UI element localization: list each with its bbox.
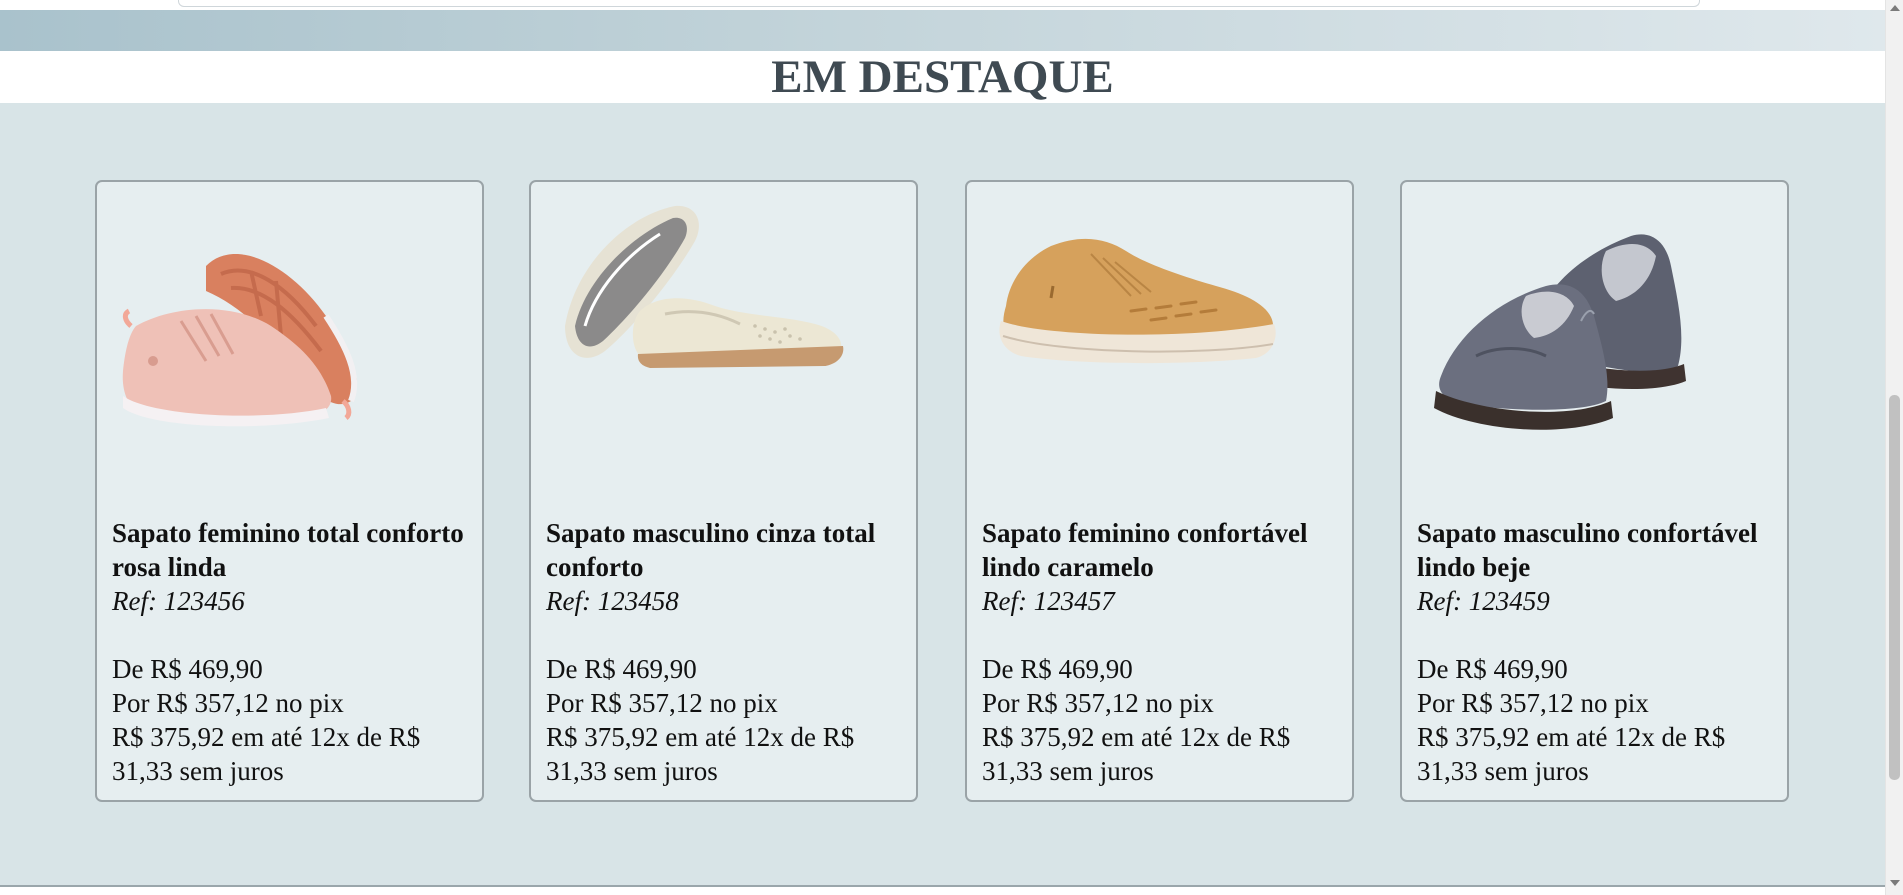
- product-ref: Ref: 123459: [1417, 586, 1550, 616]
- pink-sneaker-image[interactable]: [111, 196, 441, 496]
- price-from: De R$ 469,90: [112, 654, 263, 684]
- price-from: De R$ 469,90: [546, 654, 697, 684]
- price-pix: Por R$ 357,12 no pix: [112, 688, 344, 718]
- grey-loafer-image[interactable]: [1416, 196, 1746, 496]
- price-installments: R$ 375,92 em até 12x de R$ 31,33 sem jur…: [112, 722, 421, 786]
- product-card[interactable]: Sapato masculino cinza total conforto Re…: [529, 180, 918, 802]
- featured-products: Sapato feminino total conforto rosa lind…: [0, 103, 1885, 887]
- scroll-down-icon[interactable]: [1890, 880, 1900, 886]
- section-title: EM DESTAQUE: [0, 51, 1885, 103]
- product-card[interactable]: Sapato masculino confortável lindo beje …: [1400, 180, 1789, 802]
- caramel-sneaker-image[interactable]: [981, 196, 1311, 496]
- scroll-thumb[interactable]: [1889, 395, 1900, 780]
- product-name[interactable]: Sapato masculino cinza total conforto: [546, 516, 906, 584]
- product-card[interactable]: Sapato feminino total conforto rosa lind…: [95, 180, 484, 802]
- product-card[interactable]: Sapato feminino confortável lindo carame…: [965, 180, 1354, 802]
- product-info: Sapato masculino cinza total conforto Re…: [546, 516, 906, 788]
- beige-slip-on-image[interactable]: [545, 196, 875, 496]
- price-pix: Por R$ 357,12 no pix: [982, 688, 1214, 718]
- price-installments: R$ 375,92 em até 12x de R$ 31,33 sem jur…: [982, 722, 1291, 786]
- banner-strip: [0, 10, 1885, 51]
- product-info: Sapato feminino confortável lindo carame…: [982, 516, 1342, 788]
- price-from: De R$ 469,90: [982, 654, 1133, 684]
- product-ref: Ref: 123458: [546, 586, 679, 616]
- product-name[interactable]: Sapato feminino confortável lindo carame…: [982, 516, 1342, 584]
- product-name[interactable]: Sapato feminino total conforto rosa lind…: [112, 516, 472, 584]
- price-pix: Por R$ 357,12 no pix: [546, 688, 778, 718]
- vertical-scrollbar[interactable]: [1885, 0, 1903, 895]
- price-installments: R$ 375,92 em até 12x de R$ 31,33 sem jur…: [546, 722, 855, 786]
- product-info: Sapato feminino total conforto rosa lind…: [112, 516, 472, 788]
- price-from: De R$ 469,90: [1417, 654, 1568, 684]
- search-bar-edge[interactable]: [178, 0, 1700, 7]
- price-installments: R$ 375,92 em até 12x de R$ 31,33 sem jur…: [1417, 722, 1726, 786]
- price-pix: Por R$ 357,12 no pix: [1417, 688, 1649, 718]
- product-ref: Ref: 123457: [982, 586, 1115, 616]
- product-ref: Ref: 123456: [112, 586, 245, 616]
- product-info: Sapato masculino confortável lindo beje …: [1417, 516, 1777, 788]
- scroll-up-icon[interactable]: [1890, 5, 1900, 11]
- page: EM DESTAQUE Sapato feminino total confor…: [0, 0, 1885, 895]
- product-name[interactable]: Sapato masculino confortável lindo beje: [1417, 516, 1777, 584]
